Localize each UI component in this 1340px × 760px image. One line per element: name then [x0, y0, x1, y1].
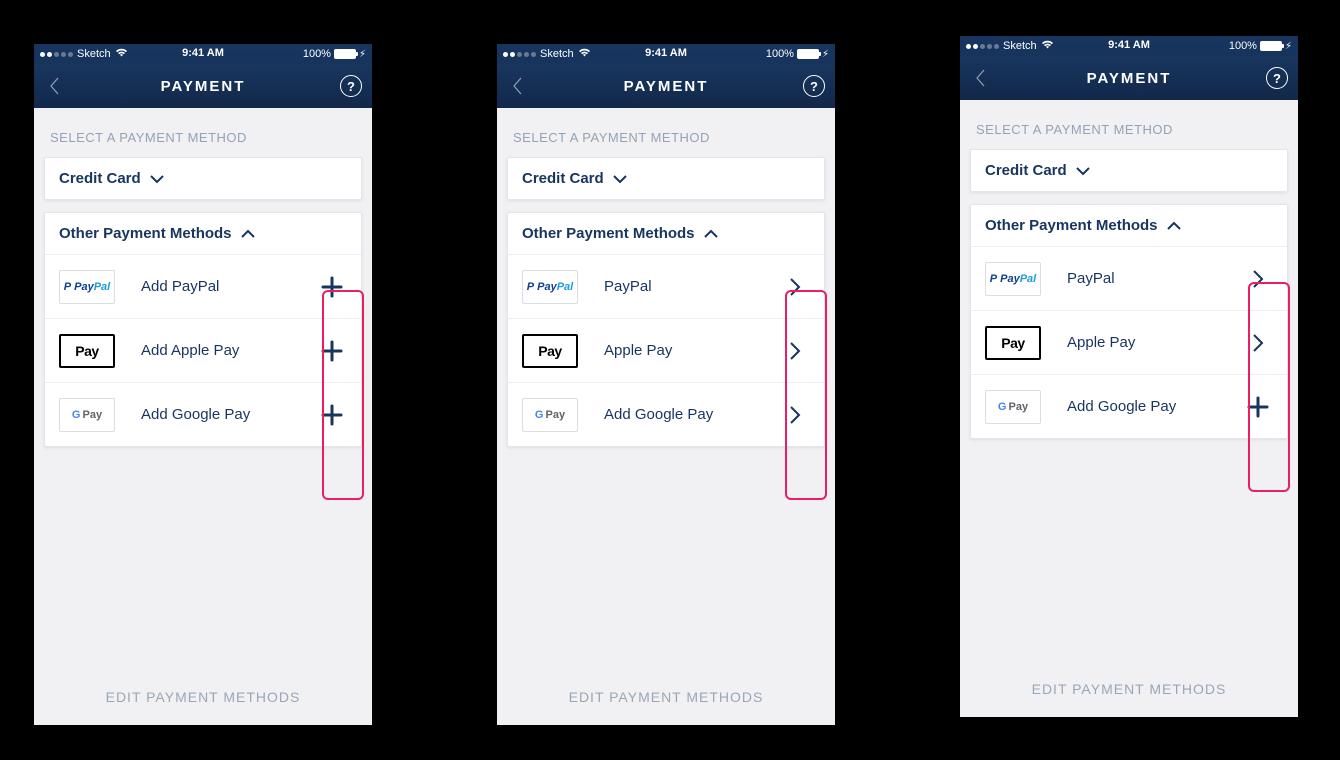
- add-gpay-button[interactable]: [1243, 392, 1273, 422]
- chevron-up-icon: [1166, 221, 1182, 231]
- help-button[interactable]: ?: [803, 75, 825, 97]
- credit-card-label: Credit Card: [985, 162, 1067, 179]
- battery-icon: [1260, 41, 1282, 51]
- applepay-logo-icon: Pay: [59, 334, 115, 368]
- open-paypal-button[interactable]: [1243, 264, 1273, 294]
- open-paypal-button[interactable]: [780, 272, 810, 302]
- help-button[interactable]: ?: [340, 75, 362, 97]
- chevron-down-icon: [612, 174, 628, 184]
- add-applepay-button[interactable]: [317, 336, 347, 366]
- back-button[interactable]: [968, 65, 994, 91]
- paypal-logo-icon: P PayPal: [522, 270, 578, 304]
- gpay-logo-icon: GPay: [985, 390, 1041, 424]
- applepay-label: Add Apple Pay: [141, 342, 239, 359]
- gpay-label: Add Google Pay: [604, 406, 713, 423]
- open-gpay-button[interactable]: [780, 400, 810, 430]
- payment-row-applepay[interactable]: Pay Add Apple Pay: [45, 318, 361, 382]
- payment-row-applepay[interactable]: Pay Apple Pay: [971, 310, 1287, 374]
- payment-row-paypal[interactable]: P PayPal PayPal: [971, 246, 1287, 310]
- credit-card-label: Credit Card: [59, 170, 141, 187]
- other-payments-header[interactable]: Other Payment Methods: [45, 213, 361, 254]
- edit-payment-methods-link[interactable]: EDIT PAYMENT METHODS: [497, 689, 835, 705]
- status-bar: Sketch 9:41 AM 100% ⚡︎: [497, 44, 835, 64]
- back-button[interactable]: [42, 73, 68, 99]
- applepay-label: Apple Pay: [1067, 334, 1135, 351]
- edit-payment-methods-link[interactable]: EDIT PAYMENT METHODS: [34, 689, 372, 705]
- phone-screen-1: Sketch 9:41 AM 100% ⚡︎ PAYMENT ? SELECT …: [34, 44, 372, 725]
- applepay-logo-icon: Pay: [985, 326, 1041, 360]
- other-payments-card: Other Payment Methods P PayPal Add PayPa…: [44, 212, 362, 447]
- nav-header: PAYMENT ?: [960, 56, 1298, 100]
- payment-row-paypal[interactable]: P PayPal PayPal: [508, 254, 824, 318]
- section-label: SELECT A PAYMENT METHOD: [497, 108, 835, 157]
- status-bar: Sketch 9:41 AM 100% ⚡︎: [34, 44, 372, 64]
- help-button[interactable]: ?: [1266, 67, 1288, 89]
- page-title: PAYMENT: [161, 78, 246, 95]
- battery-icon: [797, 49, 819, 59]
- phone-screen-2: Sketch 9:41 AM 100% ⚡︎ PAYMENT ? SELECT …: [497, 44, 835, 725]
- payment-row-applepay[interactable]: Pay Apple Pay: [508, 318, 824, 382]
- paypal-logo-icon: P PayPal: [985, 262, 1041, 296]
- chevron-up-icon: [703, 229, 719, 239]
- clock: 9:41 AM: [497, 47, 835, 59]
- other-payments-card: Other Payment Methods P PayPal PayPal Pa…: [970, 204, 1288, 439]
- gpay-label: Add Google Pay: [141, 406, 250, 423]
- back-button[interactable]: [505, 73, 531, 99]
- paypal-logo-icon: P PayPal: [59, 270, 115, 304]
- payment-row-gpay[interactable]: GPay Add Google Pay: [508, 382, 824, 446]
- gpay-logo-icon: GPay: [522, 398, 578, 432]
- payment-row-gpay[interactable]: GPay Add Google Pay: [971, 374, 1287, 438]
- credit-card-label: Credit Card: [522, 170, 604, 187]
- paypal-label: Add PayPal: [141, 278, 219, 295]
- status-bar: Sketch 9:41 AM 100% ⚡︎: [960, 36, 1298, 56]
- gpay-label: Add Google Pay: [1067, 398, 1176, 415]
- other-payments-card: Other Payment Methods P PayPal PayPal Pa…: [507, 212, 825, 447]
- section-label: SELECT A PAYMENT METHOD: [960, 100, 1298, 149]
- applepay-logo-icon: Pay: [522, 334, 578, 368]
- edit-payment-methods-link[interactable]: EDIT PAYMENT METHODS: [960, 681, 1298, 697]
- chevron-down-icon: [149, 174, 165, 184]
- payment-row-paypal[interactable]: P PayPal Add PayPal: [45, 254, 361, 318]
- payment-row-gpay[interactable]: GPay Add Google Pay: [45, 382, 361, 446]
- section-label: SELECT A PAYMENT METHOD: [34, 108, 372, 157]
- chevron-down-icon: [1075, 166, 1091, 176]
- paypal-label: PayPal: [1067, 270, 1115, 287]
- battery-icon: [334, 49, 356, 59]
- credit-card-selector[interactable]: Credit Card: [44, 157, 362, 200]
- page-title: PAYMENT: [1087, 70, 1172, 87]
- other-payments-header[interactable]: Other Payment Methods: [508, 213, 824, 254]
- nav-header: PAYMENT ?: [497, 64, 835, 108]
- clock: 9:41 AM: [960, 39, 1298, 51]
- credit-card-selector[interactable]: Credit Card: [507, 157, 825, 200]
- gpay-logo-icon: GPay: [59, 398, 115, 432]
- phone-screen-3: Sketch 9:41 AM 100% ⚡︎ PAYMENT ? SELECT …: [960, 36, 1298, 717]
- applepay-label: Apple Pay: [604, 342, 672, 359]
- add-paypal-button[interactable]: [317, 272, 347, 302]
- open-applepay-button[interactable]: [1243, 328, 1273, 358]
- page-title: PAYMENT: [624, 78, 709, 95]
- credit-card-selector[interactable]: Credit Card: [970, 149, 1288, 192]
- chevron-up-icon: [240, 229, 256, 239]
- clock: 9:41 AM: [34, 47, 372, 59]
- add-gpay-button[interactable]: [317, 400, 347, 430]
- paypal-label: PayPal: [604, 278, 652, 295]
- other-payments-header[interactable]: Other Payment Methods: [971, 205, 1287, 246]
- nav-header: PAYMENT ?: [34, 64, 372, 108]
- open-applepay-button[interactable]: [780, 336, 810, 366]
